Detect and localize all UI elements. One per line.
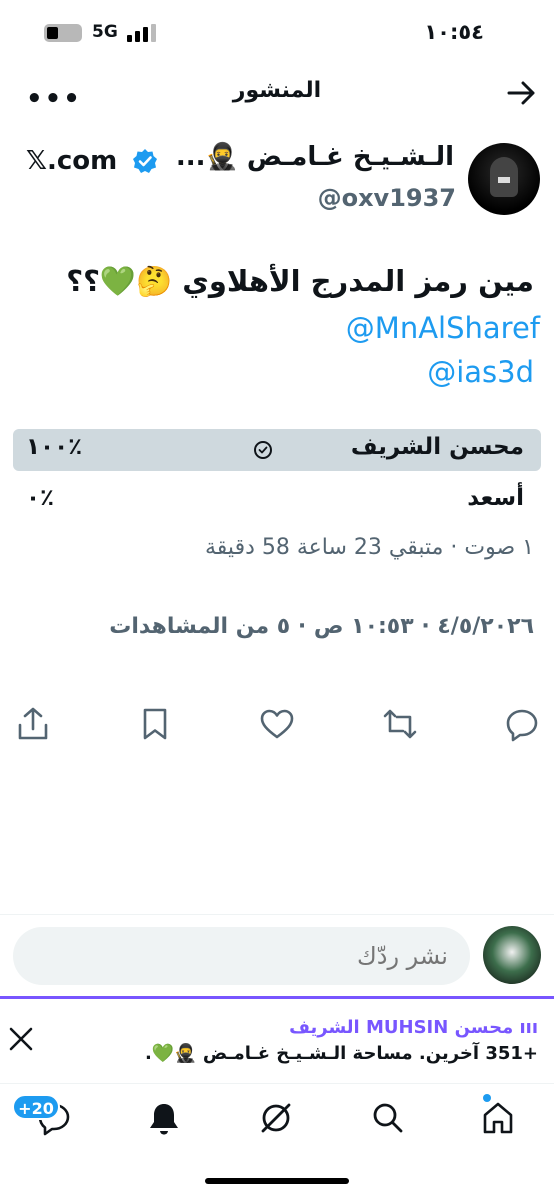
reply-icon[interactable] [503,705,541,743]
post-timestamp-views: ٤/٥/٢٠٢٦ · ١٠:٥٣ ص · ٥ من المشاهدات [109,614,534,639]
spaces-bar-border [0,996,554,999]
search-icon[interactable] [370,1100,406,1136]
messages-badge: +20 [12,1094,60,1120]
status-time: ١٠:٥٤ [424,20,484,44]
author-avatar[interactable] [468,143,540,215]
divider [0,914,554,915]
bookmark-icon[interactable] [136,705,174,743]
user-avatar[interactable] [483,926,541,984]
home-icon[interactable] [480,1100,516,1136]
reply-input[interactable] [13,927,470,985]
share-icon[interactable] [14,705,52,743]
grok-icon[interactable] [258,1100,294,1136]
network-label: 5G [92,22,118,42]
poll-option-percent: ١٠٠٪ [26,434,83,460]
notification-dot [483,1094,491,1102]
author-handle[interactable]: @oxv1937 [318,184,456,212]
like-heart-icon[interactable] [258,705,296,743]
battery-icon [44,24,82,42]
poll-option-label: محسن الشريف [350,434,524,460]
close-icon[interactable] [8,1026,34,1052]
more-options-icon[interactable]: ••• [26,84,82,114]
mention-link[interactable]: @MnAlSharef [346,311,540,345]
poll-option-percent: ٠٪ [26,485,55,511]
mention-link[interactable]: @ias3d [427,355,534,389]
repost-icon[interactable] [381,705,419,743]
home-indicator [205,1178,349,1184]
source-label: 𝕏.com [26,146,118,176]
signal-icon [127,24,157,42]
notifications-bell-icon[interactable] [146,1100,182,1136]
spaces-host[interactable]: ııı محسن MUHSIN الشريف [289,1017,538,1038]
poll-option-label: أسعد [467,485,524,511]
page-title: المنشور [232,78,322,103]
verified-badge-icon [132,148,416,178]
divider [0,1083,554,1084]
check-circle-icon [254,441,272,459]
poll-meta: ١ صوت · متبقي 23 ساعة 58 دقيقة [205,535,534,560]
post-text: مين رمز المدرج الأهلاوي 🤔💚؟؟ [66,264,534,298]
spaces-subtitle[interactable]: +351 آخرين. مساحة الـشـيـخ غـامـض 🥷💚. [145,1043,538,1064]
